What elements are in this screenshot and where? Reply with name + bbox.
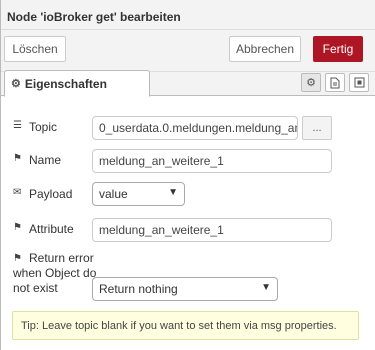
return-error-label-row: ⚑ Return error when Object do not exist bbox=[13, 251, 96, 296]
cancel-button[interactable]: Abbrechen bbox=[229, 36, 301, 62]
gear-icon: ⚙ bbox=[11, 78, 21, 90]
name-label-row: ⚑ Name bbox=[13, 153, 61, 167]
topic-browse-button[interactable]: ... bbox=[302, 116, 332, 140]
tab-properties-label: Eigenschaften bbox=[24, 76, 107, 91]
delete-button[interactable]: Löschen bbox=[4, 36, 66, 62]
payload-selected: value bbox=[99, 187, 128, 201]
document-icon bbox=[330, 77, 340, 88]
return-error-select[interactable]: Return nothing ▼ bbox=[92, 277, 278, 301]
tab-appearance[interactable] bbox=[349, 73, 369, 92]
name-label: Name bbox=[29, 153, 62, 167]
tab-description[interactable] bbox=[325, 73, 345, 92]
gear-icon: ⚙ bbox=[306, 77, 316, 89]
name-input[interactable]: meldung_an_weitere_1 bbox=[92, 149, 332, 173]
topic-label: Topic bbox=[29, 120, 58, 134]
return-error-label-line2: when Object do bbox=[13, 266, 97, 280]
tip-box: Tip: Leave topic blank if you want to se… bbox=[12, 311, 359, 340]
attribute-label-row: ⚑ Attribute bbox=[13, 222, 74, 236]
tasks-icon: ☰ bbox=[13, 120, 22, 131]
tag-icon: ⚑ bbox=[13, 253, 22, 264]
tag-icon: ⚑ bbox=[13, 153, 22, 164]
payload-label: Payload bbox=[29, 187, 73, 201]
payload-label-row: ✉ Payload bbox=[13, 187, 72, 201]
done-button[interactable]: Fertig bbox=[313, 36, 363, 62]
tag-icon: ⚑ bbox=[13, 222, 22, 233]
tray-title: Node 'ioBroker get' bearbeiten bbox=[7, 10, 181, 24]
topic-label-row: ☰ Topic bbox=[13, 120, 57, 134]
return-error-label-line3: not exist bbox=[13, 281, 58, 295]
attribute-input[interactable]: meldung_an_weitere_1 bbox=[92, 218, 332, 242]
edit-tray: Node 'ioBroker get' bearbeiten Löschen A… bbox=[0, 0, 375, 350]
envelope-icon: ✉ bbox=[13, 187, 22, 198]
title-divider bbox=[1, 29, 375, 30]
chevron-down-icon: ▼ bbox=[168, 187, 178, 198]
topic-input[interactable]: 0_userdata.0.meldungen.meldung_an_we bbox=[92, 116, 298, 140]
tab-settings[interactable]: ⚙ bbox=[301, 73, 321, 92]
attribute-label: Attribute bbox=[29, 222, 74, 236]
frame-icon bbox=[354, 77, 364, 88]
payload-select[interactable]: value ▼ bbox=[92, 182, 185, 206]
chevron-down-icon: ▼ bbox=[261, 282, 271, 293]
return-error-label-line1: Return error bbox=[29, 251, 94, 265]
tray-header: Node 'ioBroker get' bearbeiten Löschen A… bbox=[1, 0, 375, 72]
return-error-selected: Return nothing bbox=[99, 282, 178, 296]
tab-properties[interactable]: ⚙ Eigenschaften bbox=[4, 70, 150, 97]
